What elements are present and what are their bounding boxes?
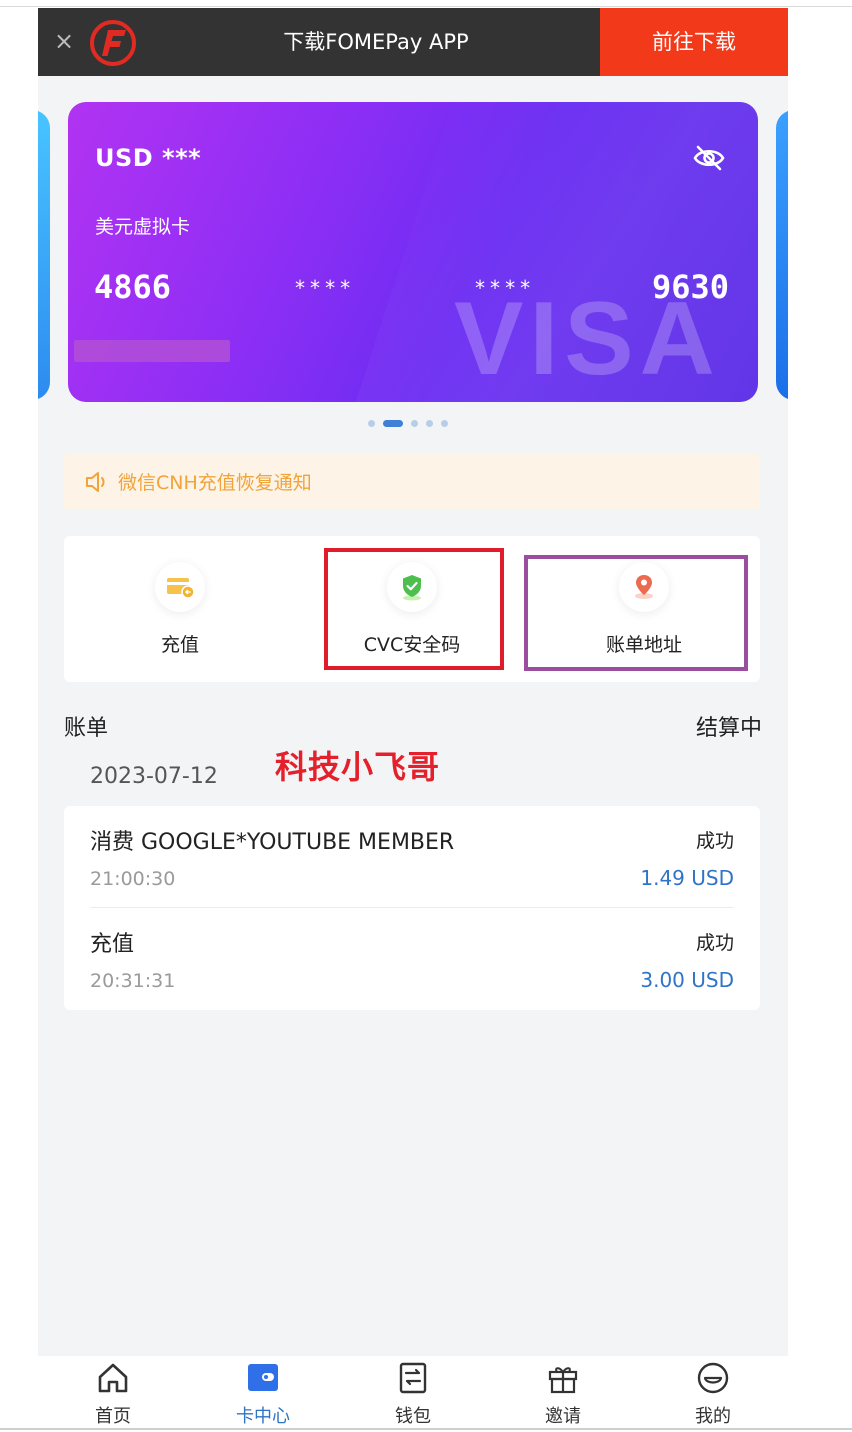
- transaction-description: 充值: [90, 932, 135, 957]
- transaction-state: 成功: [695, 830, 734, 852]
- highlight-box-red: [324, 548, 504, 670]
- tab-me[interactable]: 我的: [638, 1356, 788, 1428]
- tab-label: 钱包: [395, 1406, 431, 1427]
- tab-label: 邀请: [545, 1406, 581, 1427]
- wallet-icon: [399, 1362, 427, 1394]
- tab-label: 我的: [695, 1406, 731, 1427]
- notice-bar[interactable]: 微信CNH充值恢复通知: [64, 454, 760, 510]
- bottom-tab-bar: 首页 卡中心 钱包 邀请 我的: [38, 1356, 788, 1428]
- notice-text: 微信CNH充值恢复通知: [118, 472, 312, 494]
- transaction-amount: 1.49 USD: [640, 866, 734, 890]
- highlight-box-purple: [524, 555, 748, 671]
- fomepay-logo: [88, 18, 138, 68]
- card-brand-logo: VISA: [454, 281, 721, 397]
- carousel-dot[interactable]: [441, 420, 448, 427]
- transaction-time: 21:00:30: [90, 868, 176, 890]
- card-number-group-2: ****: [294, 276, 355, 300]
- cardholder-name-redacted: [74, 340, 230, 362]
- transaction-amount: 3.00 USD: [640, 968, 734, 992]
- download-app-button[interactable]: 前往下载: [600, 8, 788, 76]
- home-icon: [98, 1363, 128, 1393]
- bills-heading: 账单: [64, 716, 109, 741]
- card-currency: USD ***: [95, 144, 202, 172]
- window-bottom-border: [0, 1428, 852, 1430]
- tab-label: 卡中心: [236, 1406, 290, 1427]
- transaction-row[interactable]: 消费 GOOGLE*YOUTUBE MEMBER 21:00:30 成功 1.4…: [64, 806, 760, 908]
- carousel-dot[interactable]: [426, 420, 433, 427]
- banner-title: 下载FOMEPay APP: [283, 30, 469, 54]
- carousel-dot[interactable]: [368, 420, 375, 427]
- transaction-time: 20:31:31: [90, 970, 176, 992]
- carousel-dot-active[interactable]: [383, 420, 403, 427]
- tab-wallet[interactable]: 钱包: [338, 1356, 488, 1428]
- transaction-list: 消费 GOOGLE*YOUTUBE MEMBER 21:00:30 成功 1.4…: [64, 806, 760, 1010]
- close-icon[interactable]: ×: [52, 29, 76, 53]
- transaction-row[interactable]: 充值 20:31:31 成功 3.00 USD: [64, 908, 760, 1010]
- download-banner: × 下载FOMEPay APP 前往下载: [38, 8, 788, 76]
- bills-settlement-status: 结算中: [695, 716, 762, 741]
- bills-date: 2023-07-12: [90, 764, 218, 789]
- transaction-description: 消费 GOOGLE*YOUTUBE MEMBER: [90, 830, 455, 855]
- watermark-text: 科技小飞哥: [275, 748, 441, 786]
- card-type-label: 美元虚拟卡: [95, 216, 191, 238]
- speaker-icon: [84, 470, 110, 494]
- gift-icon: [548, 1367, 578, 1394]
- carousel-dot[interactable]: [411, 420, 418, 427]
- tab-card-center[interactable]: 卡中心: [188, 1356, 338, 1428]
- smile-face-icon: [697, 1362, 729, 1394]
- recharge-label: 充值: [160, 634, 199, 656]
- tab-home[interactable]: 首页: [38, 1356, 188, 1428]
- wallet-card-icon: [248, 1364, 278, 1391]
- recharge-action[interactable]: 充值: [64, 536, 296, 682]
- transaction-state: 成功: [695, 932, 734, 954]
- tab-label: 首页: [95, 1406, 131, 1427]
- tab-invite[interactable]: 邀请: [488, 1356, 638, 1428]
- recharge-card-icon: [155, 562, 205, 612]
- window-top-border: [0, 6, 852, 7]
- next-card-peek[interactable]: [776, 110, 788, 400]
- app-screen: × 下载FOMEPay APP 前往下载 USD *** 美元虚拟卡 4866 …: [38, 8, 788, 1428]
- card-number-group-1: 4866: [94, 268, 172, 306]
- previous-card-peek[interactable]: [38, 110, 50, 400]
- eye-off-icon[interactable]: [692, 144, 726, 172]
- virtual-card[interactable]: USD *** 美元虚拟卡 4866 **** **** 9630 VISA: [68, 102, 758, 402]
